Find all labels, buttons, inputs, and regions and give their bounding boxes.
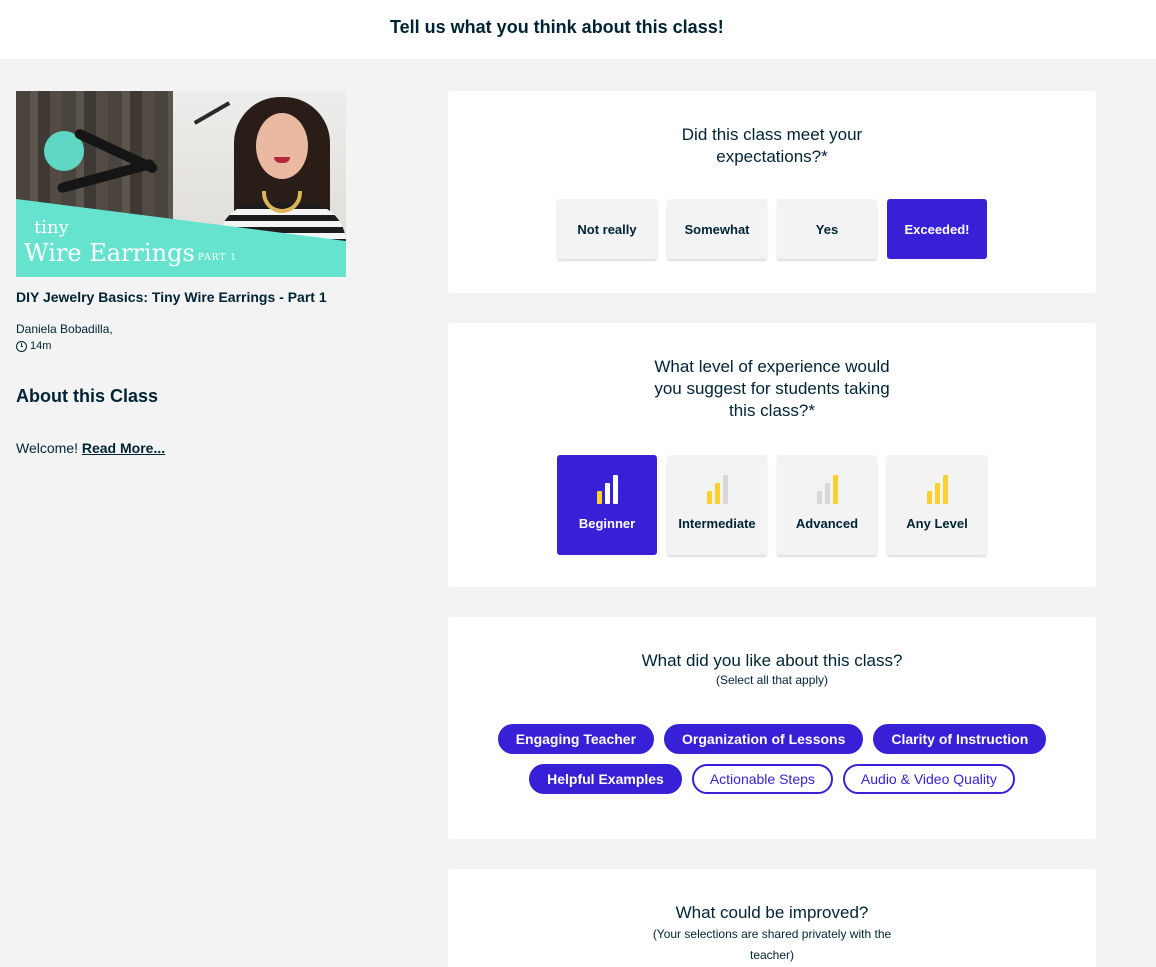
level-beginner[interactable]: Beginner [557, 455, 657, 555]
class-sidebar: tiny Wire Earrings PART 1 DIY Jewelry Ba… [16, 91, 346, 456]
liked-question: What did you like about this class? [641, 651, 903, 670]
liked-subtext: (Select all that apply) [715, 673, 829, 687]
level-bars-icon [596, 475, 618, 504]
class-thumbnail[interactable]: tiny Wire Earrings PART 1 [16, 91, 346, 277]
level-question: What level of experience would you sugge… [654, 357, 890, 420]
read-more-link[interactable]: Read More... [82, 440, 165, 456]
level-options: Beginner Intermediate Advanced Any Level [448, 455, 1096, 555]
about-text: Welcome! Read More... [16, 440, 346, 456]
duration-text: 14m [30, 340, 52, 352]
level-bars-icon [926, 475, 948, 504]
improve-question: What could be improved? [675, 903, 869, 922]
thumbnail-text-tiny: tiny [34, 217, 69, 238]
liked-chips: Engaging Teacher Organization of Lessons… [492, 724, 1052, 794]
level-card: What level of experience would you sugge… [448, 323, 1096, 587]
liked-card: What did you like about this class? (Sel… [448, 617, 1096, 839]
level-label: Advanced [795, 516, 859, 531]
class-title: DIY Jewelry Basics: Tiny Wire Earrings -… [16, 289, 327, 305]
level-advanced[interactable]: Advanced [777, 455, 877, 555]
option-not-really[interactable]: Not really [557, 199, 657, 259]
level-bars-icon [706, 475, 728, 504]
about-heading: About this Class [16, 386, 159, 406]
improve-subtext: (Your selections are shared privately wi… [652, 927, 892, 962]
chip-audio-video[interactable]: Audio & Video Quality [842, 764, 1015, 794]
chip-engaging-teacher[interactable]: Engaging Teacher [497, 724, 655, 754]
welcome-text: Welcome! [16, 440, 78, 456]
chip-clarity[interactable]: Clarity of Instruction [873, 724, 1047, 754]
teacher-face [256, 113, 308, 179]
option-exceeded[interactable]: Exceeded! [887, 199, 987, 259]
chip-actionable-steps[interactable]: Actionable Steps [691, 764, 833, 794]
option-somewhat[interactable]: Somewhat [667, 199, 767, 259]
thumbnail-text-part: PART 1 [198, 253, 237, 263]
level-label: Any Level [906, 516, 968, 531]
level-any[interactable]: Any Level [887, 455, 987, 555]
level-intermediate[interactable]: Intermediate [667, 455, 767, 555]
clock-icon [16, 340, 27, 352]
teacher-name: Daniela Bobadilla, [16, 322, 113, 336]
thumbnail-text-title: Wire Earrings [24, 239, 195, 267]
expectations-card: Did this class meet your expectations?* … [448, 91, 1096, 293]
class-duration: 14m [16, 340, 346, 352]
expectations-question: Did this class meet your expectations?* [681, 125, 863, 166]
level-label: Beginner [578, 516, 636, 531]
top-bar: Tell us what you think about this class! [0, 0, 1156, 59]
page-title: Tell us what you think about this class! [390, 17, 724, 37]
level-label: Intermediate [678, 516, 756, 531]
improve-card: What could be improved? (Your selections… [448, 869, 1096, 967]
level-bars-icon [816, 475, 838, 504]
chip-helpful-examples[interactable]: Helpful Examples [529, 764, 682, 794]
option-yes[interactable]: Yes [777, 199, 877, 259]
chip-organization[interactable]: Organization of Lessons [664, 724, 864, 754]
expectations-options: Not really Somewhat Yes Exceeded! [448, 199, 1096, 259]
